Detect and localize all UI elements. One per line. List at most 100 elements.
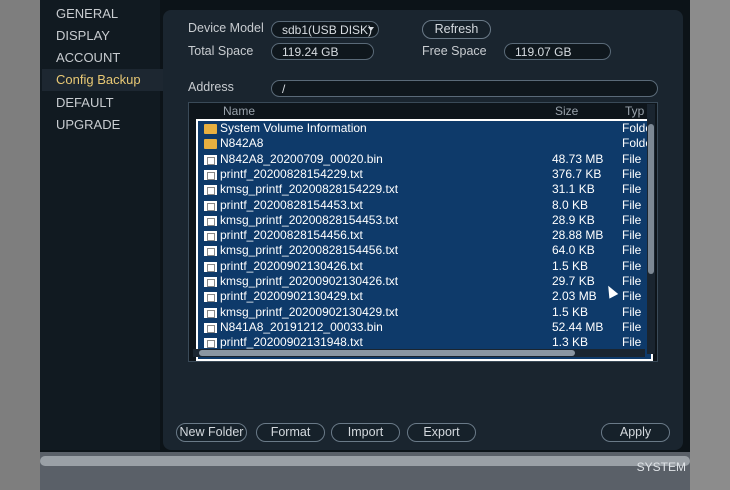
- table-row[interactable]: System Volume Information Folde: [200, 121, 652, 136]
- table-row[interactable]: kmsg_printf_20200828154453.txt 28.9 KB F…: [200, 212, 641, 228]
- file-size: 1.5 KB: [552, 304, 589, 319]
- refresh-button[interactable]: Refresh: [422, 20, 491, 39]
- sidebar-item-upgrade[interactable]: UPGRADE: [42, 114, 164, 136]
- file-type: File: [622, 319, 642, 334]
- file-name: printf_20200828154453.txt: [220, 197, 363, 212]
- column-header-name[interactable]: Name: [223, 103, 255, 120]
- vertical-scroll-thumb[interactable]: [648, 124, 654, 274]
- file-icon: [204, 154, 217, 165]
- file-name: kmsg_printf_20200902130426.txt: [220, 274, 399, 288]
- file-name: printf_20200828154229.txt: [220, 166, 363, 181]
- table-row[interactable]: kmsg_printf_20200902130429.txt 1.5 KB Fi…: [200, 304, 641, 320]
- table-row[interactable]: N842A8_20200709_00020.bin 48.73 MB File: [200, 151, 641, 167]
- free-space-label: Free Space: [422, 44, 487, 58]
- export-button[interactable]: Export: [407, 423, 476, 442]
- table-row[interactable]: N841A8_20191212_00033.bin 52.44 MB File: [200, 319, 641, 335]
- sidebar-item-display[interactable]: DISPLAY: [42, 25, 164, 47]
- table-row[interactable]: printf_20200902130429.txt 2.03 MB File: [200, 289, 641, 304]
- file-size: 28.9 KB: [552, 212, 595, 227]
- file-icon: [204, 307, 217, 318]
- file-size: 2.03 MB: [552, 289, 597, 304]
- table-row[interactable]: kmsg_printf_20200828154456.txt 64.0 KB F…: [200, 243, 641, 258]
- total-space-value: 119.24 GB: [271, 43, 374, 60]
- sidebar: GENERAL DISPLAY ACCOUNT Config Backup DE…: [40, 0, 164, 450]
- apply-button[interactable]: Apply: [601, 423, 670, 442]
- bottom-taskbar: SYSTEM: [40, 452, 690, 490]
- folder-icon: [204, 124, 217, 134]
- file-name: kmsg_printf_20200828154229.txt: [220, 182, 399, 197]
- file-icon: [204, 215, 217, 226]
- sidebar-item-config-backup[interactable]: Config Backup: [42, 69, 164, 91]
- left-window-frame: [0, 0, 40, 490]
- file-type: File: [622, 258, 642, 273]
- file-type: File: [622, 243, 642, 258]
- file-icon: [204, 169, 217, 180]
- file-icon: [204, 185, 217, 196]
- file-name: printf_20200902130426.txt: [220, 258, 363, 273]
- file-type: File: [622, 289, 642, 304]
- sidebar-item-general[interactable]: GENERAL: [42, 3, 164, 25]
- table-row[interactable]: printf_20200902130426.txt 1.5 KB File: [200, 258, 641, 274]
- free-space-value: 119.07 GB: [504, 43, 611, 60]
- sidebar-item-account[interactable]: ACCOUNT: [42, 47, 164, 69]
- table-row[interactable]: kmsg_printf_20200902130426.txt 29.7 KB F…: [200, 274, 641, 289]
- file-name: kmsg_printf_20200828154456.txt: [220, 243, 399, 258]
- vertical-scrollbar[interactable]: [647, 104, 655, 354]
- file-icon: [204, 231, 217, 242]
- file-type: File: [622, 212, 642, 227]
- file-icon: [204, 200, 217, 211]
- horizontal-scrollbar[interactable]: [193, 349, 645, 357]
- table-row[interactable]: kmsg_printf_20200828154229.txt 31.1 KB F…: [200, 182, 641, 197]
- right-window-frame: [690, 0, 730, 490]
- table-row[interactable]: printf_20200828154229.txt 376.7 KB File: [200, 166, 641, 182]
- format-button[interactable]: Format: [256, 423, 325, 442]
- sidebar-item-default[interactable]: DEFAULT: [42, 92, 164, 114]
- file-size: 64.0 KB: [552, 243, 595, 258]
- table-row[interactable]: printf_20200828154456.txt 28.88 MB File: [200, 228, 641, 243]
- file-size: 52.44 MB: [552, 319, 604, 334]
- file-size: 376.7 KB: [552, 166, 602, 181]
- file-type: File: [622, 151, 642, 166]
- column-header-size[interactable]: Size: [555, 103, 578, 120]
- device-model-select[interactable]: sdb1(USB DISK): [271, 21, 379, 38]
- device-model-value: sdb1(USB DISK): [282, 23, 373, 37]
- file-size: 28.88 MB: [552, 228, 604, 243]
- table-row[interactable]: N842A8 Folde: [200, 136, 652, 151]
- total-space-label: Total Space: [188, 44, 254, 58]
- system-menu-label[interactable]: SYSTEM: [637, 460, 686, 474]
- file-icon: [204, 338, 217, 349]
- file-icon: [204, 261, 217, 272]
- file-name: System Volume Information: [220, 121, 367, 135]
- file-type: File: [622, 304, 642, 319]
- import-button[interactable]: Import: [331, 423, 400, 442]
- file-type: File: [622, 228, 642, 243]
- file-icon: [204, 292, 217, 303]
- file-name: printf_20200828154456.txt: [220, 228, 363, 243]
- file-size: 8.0 KB: [552, 197, 589, 212]
- column-header-type[interactable]: Typ: [625, 103, 644, 120]
- chevron-down-icon: [368, 27, 374, 31]
- file-size: 1.5 KB: [552, 258, 589, 273]
- file-size: 48.73 MB: [552, 151, 604, 166]
- horizontal-scroll-thumb[interactable]: [199, 350, 575, 356]
- address-input[interactable]: /: [271, 80, 658, 97]
- file-name: kmsg_printf_20200902130429.txt: [220, 304, 399, 319]
- table-row[interactable]: printf_20200828154453.txt 8.0 KB File: [200, 197, 641, 213]
- file-name: N842A8: [220, 136, 264, 151]
- file-icon: [204, 246, 217, 257]
- file-list-selection[interactable]: System Volume Information Folde N842A8 F…: [196, 119, 653, 361]
- file-icon: [204, 322, 217, 333]
- file-type: File: [622, 166, 642, 181]
- file-name: kmsg_printf_20200828154453.txt: [220, 212, 399, 227]
- folder-icon: [204, 139, 217, 150]
- file-name: N842A8_20200709_00020.bin: [220, 151, 383, 166]
- file-type: File: [622, 197, 642, 212]
- file-type: File: [622, 274, 642, 288]
- file-size: 29.7 KB: [552, 274, 595, 288]
- file-icon: [204, 277, 217, 287]
- file-size: 31.1 KB: [552, 182, 595, 197]
- taskbar-strip: [40, 456, 690, 466]
- new-folder-button[interactable]: New Folder: [176, 423, 247, 442]
- file-type: File: [622, 182, 642, 197]
- address-label: Address: [188, 80, 234, 94]
